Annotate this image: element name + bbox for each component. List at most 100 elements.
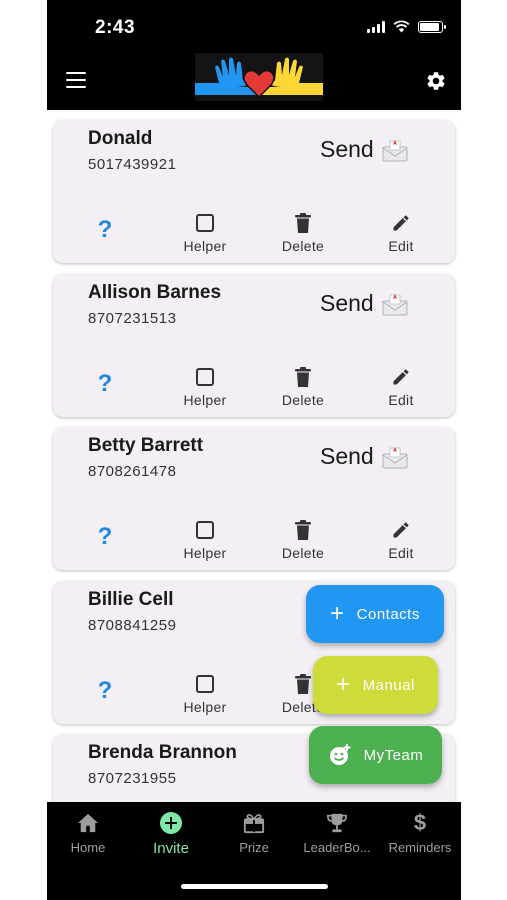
contact-card: Donald 5017439921 Send ? Helper Delete E	[53, 120, 455, 263]
tab-label: Prize	[239, 840, 269, 855]
tab-label: Reminders	[388, 840, 452, 855]
contact-name: Donald	[88, 128, 153, 149]
delete-button[interactable]: Delete	[263, 364, 343, 408]
card-actions: ? Helper Delete Edit	[53, 364, 455, 412]
info-button[interactable]: ?	[65, 671, 145, 705]
info-button[interactable]: ?	[65, 210, 145, 244]
tab-reminders[interactable]: $ Reminders	[379, 810, 461, 855]
helper-label: Helper	[183, 699, 227, 715]
contact-name: Allison Barnes	[88, 282, 222, 303]
checkbox-icon	[196, 368, 214, 386]
dollar-icon: $	[413, 810, 427, 835]
tab-label: Home	[70, 840, 106, 855]
wifi-icon	[393, 20, 410, 33]
contact-name: Betty Barrett	[88, 435, 204, 456]
question-mark-icon: ?	[97, 216, 113, 243]
question-mark-icon: ?	[97, 370, 113, 397]
envelope-icon	[382, 293, 408, 315]
trophy-icon	[327, 813, 347, 833]
edit-button[interactable]: Edit	[361, 210, 441, 254]
edit-label: Edit	[388, 545, 414, 561]
helper-label: Helper	[183, 545, 227, 561]
battery-level	[420, 22, 439, 31]
edit-button[interactable]: Edit	[361, 517, 441, 561]
add-contacts-fab[interactable]: + Contacts	[306, 585, 444, 643]
gift-icon	[243, 814, 265, 834]
home-indicator	[181, 884, 328, 889]
trash-icon	[295, 674, 311, 694]
question-mark-icon: ?	[97, 523, 113, 550]
status-time: 2:43	[95, 17, 136, 38]
tab-label: LeaderBo...	[303, 840, 371, 855]
delete-label: Delete	[281, 545, 325, 561]
tab-invite[interactable]: Invite	[130, 810, 212, 857]
delete-button[interactable]: Delete	[263, 210, 343, 254]
checkbox-icon	[196, 675, 214, 693]
tab-leaderboard[interactable]: LeaderBo...	[296, 810, 378, 855]
pencil-icon	[393, 522, 409, 538]
send-label: Send	[320, 443, 374, 469]
info-button[interactable]: ?	[65, 364, 145, 398]
phone-screen: 2:43 Donald 5017439921 Send ? Helper Del…	[47, 0, 461, 900]
envelope-icon	[382, 139, 408, 161]
add-circle-icon	[160, 812, 182, 834]
contact-phone: 8707231955	[88, 770, 177, 787]
trash-icon	[295, 213, 311, 233]
pencil-icon	[393, 215, 409, 231]
contact-card: Betty Barrett 8708261478 Send ? Helper D…	[53, 427, 455, 570]
hamburger-menu-icon[interactable]	[66, 72, 86, 88]
home-icon	[78, 813, 98, 833]
checkbox-icon	[196, 521, 214, 539]
smiley-add-icon	[329, 744, 351, 765]
plus-icon: +	[330, 600, 345, 627]
battery-icon	[418, 20, 446, 33]
trash-icon	[295, 367, 311, 387]
helper-checkbox[interactable]: Helper	[165, 210, 245, 254]
edit-label: Edit	[388, 238, 414, 254]
myteam-fab-label: MyTeam	[363, 746, 424, 764]
helper-checkbox[interactable]: Helper	[165, 671, 245, 715]
gear-icon[interactable]	[425, 70, 447, 97]
manual-fab-label: Manual	[362, 676, 415, 694]
plus-icon: +	[336, 671, 351, 698]
helper-label: Helper	[183, 392, 227, 408]
contact-card: Allison Barnes 8707231513 Send ? Helper …	[53, 274, 455, 417]
delete-label: Delete	[281, 238, 325, 254]
contact-phone: 8708261478	[88, 463, 177, 480]
card-actions: ? Helper Delete Edit	[53, 517, 455, 565]
send-button[interactable]: Send	[320, 136, 408, 163]
send-label: Send	[320, 136, 374, 162]
tab-home[interactable]: Home	[47, 810, 129, 855]
helper-checkbox[interactable]: Helper	[165, 364, 245, 408]
checkbox-icon	[196, 214, 214, 232]
delete-button[interactable]: Delete	[263, 517, 343, 561]
question-mark-icon: ?	[97, 677, 113, 704]
contact-name: Brenda Brannon	[88, 742, 237, 763]
send-label: Send	[320, 290, 374, 316]
info-button[interactable]: ?	[65, 517, 145, 551]
top-bar: 2:43	[47, 0, 461, 110]
cellular-signal-icon	[367, 20, 385, 33]
contact-phone: 8708841259	[88, 617, 177, 634]
add-manual-fab[interactable]: + Manual	[313, 656, 438, 714]
contact-phone: 5017439921	[88, 156, 177, 173]
delete-label: Delete	[281, 392, 325, 408]
tab-label: Invite	[153, 840, 189, 857]
send-button[interactable]: Send	[320, 290, 408, 317]
myteam-fab[interactable]: MyTeam	[309, 726, 442, 784]
envelope-icon	[382, 446, 408, 468]
helper-checkbox[interactable]: Helper	[165, 517, 245, 561]
hands-heart-logo	[195, 53, 323, 101]
contact-name: Billie Cell	[88, 589, 174, 610]
status-icons	[367, 20, 446, 33]
edit-label: Edit	[388, 392, 414, 408]
helper-label: Helper	[183, 238, 227, 254]
trash-icon	[295, 520, 311, 540]
send-button[interactable]: Send	[320, 443, 408, 470]
card-actions: ? Helper Delete Edit	[53, 210, 455, 258]
contacts-fab-label: Contacts	[356, 605, 420, 623]
tab-prize[interactable]: Prize	[213, 810, 295, 855]
edit-button[interactable]: Edit	[361, 364, 441, 408]
contact-phone: 8707231513	[88, 310, 177, 327]
pencil-icon	[393, 369, 409, 385]
